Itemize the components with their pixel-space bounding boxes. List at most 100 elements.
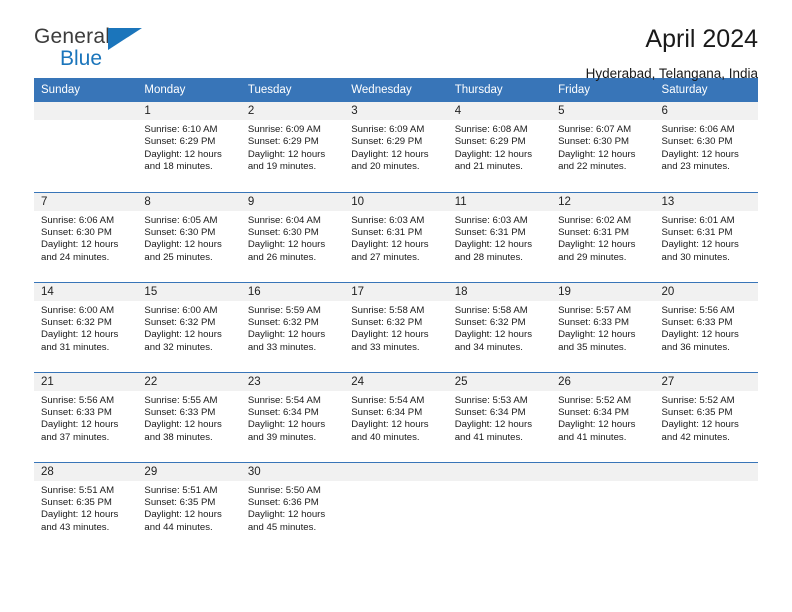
sunset-time: Sunset: 6:31 PM xyxy=(558,226,630,238)
daylight-duration-line2: and 29 minutes. xyxy=(558,251,627,263)
day-number xyxy=(34,102,138,120)
calendar-day-cell[interactable]: 18 Sunrise: 5:58 AM Sunset: 6:32 PM Dayligh… xyxy=(447,281,552,372)
calendar-day-cell[interactable]: 22 Sunrise: 5:55 AM Sunset: 6:33 PM Dayligh… xyxy=(137,371,241,462)
weekday-header-sunday: Sunday xyxy=(34,78,138,102)
calendar-day-cell[interactable]: 9 Sunrise: 6:04 AM Sunset: 6:30 PM Daylight… xyxy=(240,191,345,282)
daylight-duration-line2: and 39 minutes. xyxy=(247,431,317,443)
day-number: 20 xyxy=(654,282,758,301)
logo-text-general: General xyxy=(34,25,111,48)
day-number: 19 xyxy=(551,282,655,301)
day-number: 28 xyxy=(34,462,138,481)
sunset-time: Sunset: 6:30 PM xyxy=(247,226,319,238)
calendar-day-cell[interactable]: 19 Sunrise: 5:57 AM Sunset: 6:33 PM Dayligh… xyxy=(551,281,655,372)
calendar-day-cell[interactable]: 4 Sunrise: 6:08 AM Sunset: 6:29 PM Daylight… xyxy=(447,102,552,192)
sunrise-time: Sunrise: 6:03 AM xyxy=(454,214,528,226)
sunrise-time: Sunrise: 5:58 AM xyxy=(454,304,528,316)
sunset-time: Sunset: 6:32 PM xyxy=(144,316,216,328)
calendar-day-cell[interactable]: 20 Sunrise: 5:56 AM Sunset: 6:33 PM Dayligh… xyxy=(654,281,758,372)
sunset-time: Sunset: 6:33 PM xyxy=(661,316,733,328)
page-header: General Blue April 2024 Hyderabad, Telan… xyxy=(34,0,758,80)
calendar-day-cell[interactable]: 16 Sunrise: 5:59 AM Sunset: 6:32 PM Dayligh… xyxy=(240,281,345,372)
calendar-day-cell[interactable]: 14 Sunrise: 6:00 AM Sunset: 6:32 PM Dayligh… xyxy=(34,281,138,372)
sunset-time: Sunset: 6:31 PM xyxy=(454,226,526,238)
day-details: Sunrise: 6:09 AM Sunset: 6:29 PM Daylight:… xyxy=(344,120,447,174)
day-details: Sunrise: 5:55 AM Sunset: 6:33 PM Daylight:… xyxy=(137,391,240,445)
calendar-day-cell[interactable]: 27 Sunrise: 5:52 AM Sunset: 6:35 PM Dayligh… xyxy=(654,371,758,462)
sunrise-time: Sunrise: 5:51 AM xyxy=(144,484,218,496)
sunset-time: Sunset: 6:32 PM xyxy=(351,316,423,328)
daylight-duration-line2: and 34 minutes. xyxy=(454,341,523,353)
calendar-day-cell[interactable]: 21 Sunrise: 5:56 AM Sunset: 6:33 PM Dayligh… xyxy=(34,371,138,462)
day-details: Sunrise: 6:03 AM Sunset: 6:31 PM Daylight:… xyxy=(344,211,447,265)
calendar-day-cell[interactable]: 30 Sunrise: 5:50 AM Sunset: 6:36 PM Dayligh… xyxy=(240,461,345,552)
sunset-time: Sunset: 6:33 PM xyxy=(144,406,216,418)
day-number: 14 xyxy=(34,282,138,301)
sunrise-time: Sunrise: 6:03 AM xyxy=(351,214,425,226)
day-details: Sunrise: 6:04 AM Sunset: 6:30 PM Daylight:… xyxy=(241,211,344,265)
calendar-day-cell[interactable]: 11 Sunrise: 6:03 AM Sunset: 6:31 PM Dayligh… xyxy=(447,191,552,282)
day-details: Sunrise: 5:51 AM Sunset: 6:35 PM Daylight:… xyxy=(34,481,137,535)
calendar-day-cell[interactable]: 15 Sunrise: 6:00 AM Sunset: 6:32 PM Dayligh… xyxy=(137,281,241,372)
calendar-day-cell[interactable]: 25 Sunrise: 5:53 AM Sunset: 6:34 PM Dayligh… xyxy=(447,371,552,462)
calendar-day-cell[interactable]: 10 Sunrise: 6:03 AM Sunset: 6:31 PM Dayligh… xyxy=(344,191,448,282)
day-number: 13 xyxy=(654,192,758,211)
sunset-time: Sunset: 6:35 PM xyxy=(41,496,112,508)
daylight-duration-line1: Daylight: 12 hours xyxy=(351,329,429,341)
daylight-duration-line2: and 22 minutes. xyxy=(558,161,627,173)
calendar-week-row: 7 Sunrise: 6:06 AM Sunset: 6:30 PM Daylight… xyxy=(34,191,758,282)
day-details: Sunrise: 6:10 AM Sunset: 6:29 PM Daylight:… xyxy=(137,120,240,174)
title-block: April 2024 Hyderabad, Telangana, India xyxy=(586,25,758,80)
calendar-day-cell[interactable]: 2 Sunrise: 6:09 AM Sunset: 6:29 PM Daylight… xyxy=(240,102,345,192)
sunset-time: Sunset: 6:29 PM xyxy=(144,136,216,148)
calendar-day-cell[interactable]: 17 Sunrise: 5:58 AM Sunset: 6:32 PM Dayligh… xyxy=(344,281,448,372)
sunset-time: Sunset: 6:32 PM xyxy=(454,316,526,328)
daylight-duration-line2: and 33 minutes. xyxy=(247,341,317,353)
day-number: 16 xyxy=(240,282,345,301)
calendar-day-cell[interactable]: 3 Sunrise: 6:09 AM Sunset: 6:29 PM Daylight… xyxy=(344,102,448,192)
day-number: 15 xyxy=(137,282,241,301)
sunset-time: Sunset: 6:30 PM xyxy=(558,136,630,148)
calendar-day-cell[interactable]: 23 Sunrise: 5:54 AM Sunset: 6:34 PM Dayligh… xyxy=(240,371,345,462)
calendar-day-cell[interactable]: 24 Sunrise: 5:54 AM Sunset: 6:34 PM Dayligh… xyxy=(344,371,448,462)
sunrise-time: Sunrise: 6:01 AM xyxy=(661,214,735,226)
sunrise-time: Sunrise: 5:50 AM xyxy=(247,484,321,496)
calendar-cell-empty xyxy=(344,461,448,552)
day-number: 30 xyxy=(240,462,345,481)
calendar-day-cell[interactable]: 28 Sunrise: 5:51 AM Sunset: 6:35 PM Dayligh… xyxy=(34,461,138,552)
daylight-duration-line2: and 24 minutes. xyxy=(41,251,110,263)
calendar-day-cell[interactable]: 29 Sunrise: 5:51 AM Sunset: 6:35 PM Dayligh… xyxy=(137,461,241,552)
day-number: 1 xyxy=(137,102,241,120)
day-details: Sunrise: 5:50 AM Sunset: 6:36 PM Daylight:… xyxy=(241,481,344,535)
page-title: April 2024 xyxy=(645,25,758,53)
calendar-day-cell[interactable]: 5 Sunrise: 6:07 AM Sunset: 6:30 PM Daylight… xyxy=(551,102,655,192)
daylight-duration-line1: Daylight: 12 hours xyxy=(661,329,739,341)
daylight-duration-line2: and 44 minutes. xyxy=(144,521,213,533)
sunrise-time: Sunrise: 6:05 AM xyxy=(144,214,218,226)
daylight-duration-line1: Daylight: 12 hours xyxy=(144,239,222,251)
calendar-day-cell[interactable]: 7 Sunrise: 6:06 AM Sunset: 6:30 PM Daylight… xyxy=(34,191,138,282)
calendar-day-cell[interactable]: 26 Sunrise: 5:52 AM Sunset: 6:34 PM Dayligh… xyxy=(551,371,655,462)
day-details: Sunrise: 6:02 AM Sunset: 6:31 PM Daylight:… xyxy=(551,211,654,265)
general-blue-logo[interactable]: General Blue xyxy=(34,26,164,72)
daylight-duration-line1: Daylight: 12 hours xyxy=(41,329,119,341)
day-details: Sunrise: 5:59 AM Sunset: 6:32 PM Daylight:… xyxy=(241,301,344,355)
daylight-duration-line1: Daylight: 12 hours xyxy=(351,239,429,251)
daylight-duration-line1: Daylight: 12 hours xyxy=(144,329,222,341)
calendar-day-cell[interactable]: 1 Sunrise: 6:10 AM Sunset: 6:29 PM Daylight… xyxy=(137,102,241,192)
day-details: Sunrise: 5:52 AM Sunset: 6:34 PM Daylight:… xyxy=(551,391,654,445)
day-number: 26 xyxy=(551,372,655,391)
day-number: 17 xyxy=(344,282,448,301)
daylight-duration-line2: and 40 minutes. xyxy=(351,431,420,443)
day-details: Sunrise: 6:09 AM Sunset: 6:29 PM Daylight:… xyxy=(241,120,344,174)
daylight-duration-line1: Daylight: 12 hours xyxy=(661,239,739,251)
day-number: 29 xyxy=(137,462,241,481)
calendar-day-cell[interactable]: 8 Sunrise: 6:05 AM Sunset: 6:30 PM Daylight… xyxy=(137,191,241,282)
daylight-duration-line1: Daylight: 12 hours xyxy=(144,148,222,160)
calendar-day-cell[interactable]: 12 Sunrise: 6:02 AM Sunset: 6:31 PM Dayligh… xyxy=(551,191,655,282)
calendar-day-cell[interactable]: 6 Sunrise: 6:06 AM Sunset: 6:30 PM Daylight… xyxy=(654,102,758,192)
calendar-week-row: 14 Sunrise: 6:00 AM Sunset: 6:32 PM Dayligh… xyxy=(34,281,758,372)
day-number: 10 xyxy=(344,192,448,211)
calendar-day-cell[interactable]: 13 Sunrise: 6:01 AM Sunset: 6:31 PM Dayligh… xyxy=(654,191,758,282)
sunrise-time: Sunrise: 6:00 AM xyxy=(41,304,115,316)
day-number: 12 xyxy=(551,192,655,211)
